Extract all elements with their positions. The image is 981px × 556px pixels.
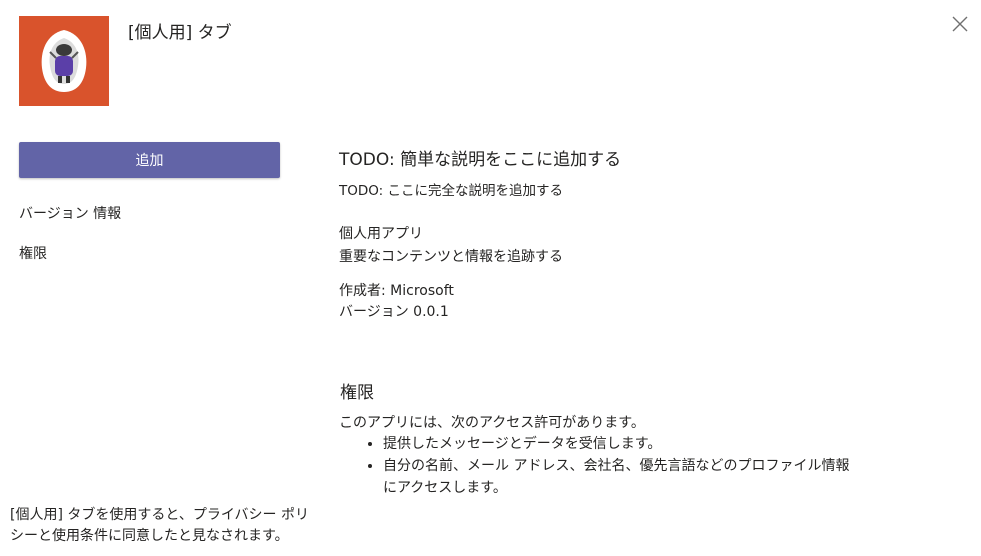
add-button[interactable]: 追加 bbox=[19, 142, 280, 178]
close-button[interactable] bbox=[950, 14, 970, 34]
permissions-list: 提供したメッセージとデータを受信します。 自分の名前、メール アドレス、会社名、… bbox=[339, 433, 863, 499]
permission-item: 自分の名前、メール アドレス、会社名、優先言語などのプロファイル情報にアクセスし… bbox=[383, 455, 863, 499]
permission-item: 提供したメッセージとデータを受信します。 bbox=[383, 433, 863, 455]
permissions-intro: このアプリには、次のアクセス許可があります。 bbox=[339, 415, 645, 431]
personal-app-title: 個人用アプリ bbox=[339, 226, 423, 242]
app-icon bbox=[19, 16, 109, 106]
version-text: バージョン 0.0.1 bbox=[339, 304, 449, 320]
mascot-logo bbox=[41, 30, 87, 92]
developer-name: 作成者: Microsoft bbox=[339, 283, 454, 299]
sidebar-item-permissions[interactable]: 権限 bbox=[19, 243, 47, 263]
close-icon[interactable] bbox=[950, 14, 970, 34]
personal-app-description: 重要なコンテンツと情報を追跡する bbox=[339, 249, 563, 265]
full-description: TODO: ここに完全な説明を追加する bbox=[339, 183, 563, 199]
permissions-heading: 権限 bbox=[340, 383, 374, 403]
sidebar-item-about[interactable]: バージョン 情報 bbox=[19, 203, 121, 223]
short-description: TODO: 簡単な説明をここに追加する bbox=[339, 150, 622, 170]
app-title: [個人用] タブ bbox=[128, 23, 232, 43]
consent-text: [個人用] タブを使用すると、プライバシー ポリシーと使用条件に同意したと見なさ… bbox=[10, 507, 309, 544]
